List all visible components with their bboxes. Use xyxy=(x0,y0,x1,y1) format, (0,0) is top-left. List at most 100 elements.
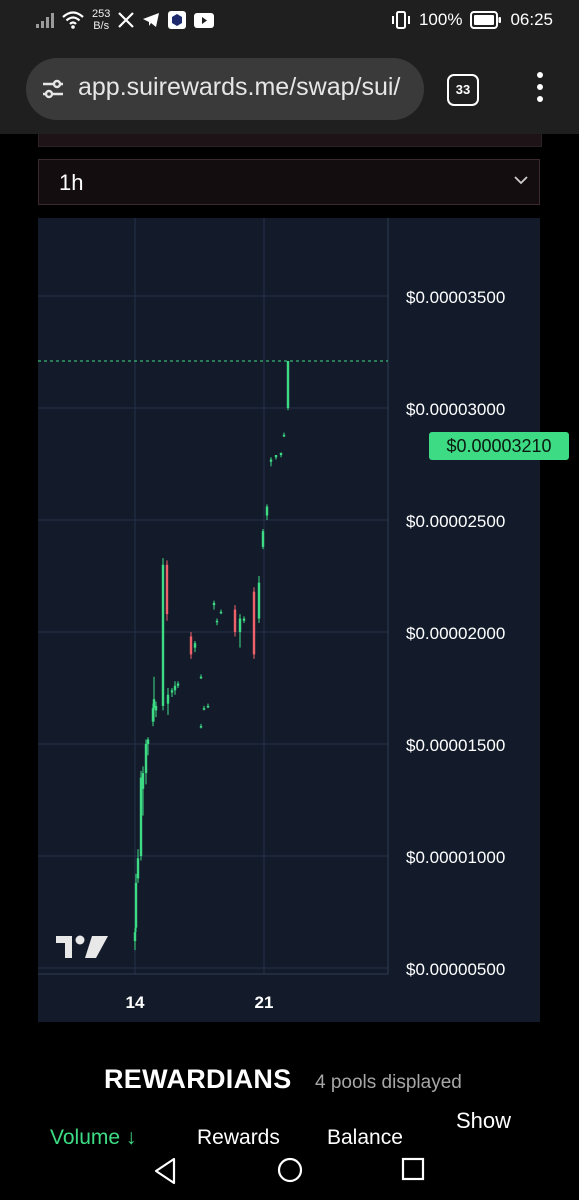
candle xyxy=(242,616,246,624)
candle-body xyxy=(274,455,278,458)
candle-body xyxy=(261,531,265,547)
candle xyxy=(189,632,193,659)
candle-body xyxy=(146,739,150,744)
url-text[interactable]: app.suirewards.me/swap/sui/ xyxy=(78,73,418,102)
clock: 06:25 xyxy=(510,10,553,29)
candle-body xyxy=(141,773,145,789)
signal-icon xyxy=(36,13,54,28)
candle xyxy=(166,688,170,715)
candle xyxy=(173,681,177,695)
time-axis: 14 21 xyxy=(126,993,274,1012)
candle-body xyxy=(193,643,197,648)
candle xyxy=(193,640,197,653)
candle-body xyxy=(176,683,180,686)
candle xyxy=(286,360,290,411)
candle xyxy=(161,558,165,711)
y-tick-label: $0.00002000 xyxy=(406,624,505,643)
show-button[interactable]: Show xyxy=(456,1108,511,1134)
candle-body xyxy=(257,582,261,619)
candle xyxy=(261,528,265,550)
candle-body xyxy=(139,777,143,856)
candle-body xyxy=(170,690,174,693)
timeframe-value: 1h xyxy=(59,170,84,195)
battery-icon xyxy=(470,11,502,29)
status-bar: 253 B/s 100% 06:25 xyxy=(0,0,579,44)
site-settings-icon[interactable] xyxy=(40,76,66,102)
candle xyxy=(206,703,210,709)
y-tick-label: $0.00001500 xyxy=(406,736,505,755)
tradingview-logo-icon xyxy=(56,935,108,958)
candle xyxy=(202,705,206,711)
candle-body xyxy=(269,459,273,462)
current-price-tag: $0.00003210 xyxy=(429,432,569,460)
crypto-app-icon xyxy=(168,11,187,29)
price-chart[interactable]: $0.00003500 $0.00003000 $0.00002500 $0.0000… xyxy=(38,218,569,1022)
candle-body xyxy=(282,434,286,437)
y-tick-label: $0.00003500 xyxy=(406,288,505,307)
candle-body xyxy=(252,591,256,655)
candle xyxy=(136,849,140,883)
candle-body xyxy=(136,858,140,879)
network-speed-unit: B/s xyxy=(93,20,110,32)
y-tick-label: $0.00002500 xyxy=(406,512,505,531)
vibrate-icon xyxy=(391,11,410,29)
address-bar[interactable]: app.suirewards.me/swap/sui/ xyxy=(26,58,424,120)
network-speed-value: 253 xyxy=(92,8,111,20)
candle xyxy=(215,618,219,626)
y-tick-label: $0.00000500 xyxy=(406,960,505,979)
candle xyxy=(233,605,237,637)
candle-body xyxy=(286,360,290,408)
youtube-icon xyxy=(194,12,215,28)
tab-volume[interactable]: Volume ↓ xyxy=(50,1126,136,1146)
candle-body xyxy=(189,636,193,655)
status-right: 100% 06:25 xyxy=(391,10,553,30)
pools-title: REWARDIANS xyxy=(104,1064,292,1094)
x-tick-label: 14 xyxy=(126,993,145,1012)
candle-body xyxy=(199,676,203,679)
price-axis: $0.00003500 $0.00003000 $0.00002500 $0.0000… xyxy=(406,288,505,979)
candle xyxy=(144,739,148,785)
system-nav-bar xyxy=(0,1146,579,1200)
candle-body xyxy=(173,685,177,691)
candle xyxy=(165,560,169,621)
candles xyxy=(133,360,290,951)
candle-body xyxy=(144,744,148,774)
candle xyxy=(282,432,286,438)
timeframe-select[interactable]: 1h xyxy=(38,159,540,205)
x-app-icon xyxy=(118,12,135,28)
chart-svg[interactable]: $0.00003500 $0.00003000 $0.00002500 $0.0000… xyxy=(38,218,540,1022)
browser-toolbar: app.suirewards.me/swap/sui/ 33 xyxy=(0,44,579,134)
candle-body xyxy=(219,611,223,614)
candle-body xyxy=(166,694,170,704)
x-tick-label: 21 xyxy=(255,993,274,1012)
tab-rewards[interactable]: Rewards xyxy=(197,1126,280,1146)
recents-icon[interactable] xyxy=(400,1156,426,1182)
candle xyxy=(257,576,261,624)
candle xyxy=(269,457,273,467)
pools-count: 4 pools displayed xyxy=(315,1072,462,1093)
status-left: 253 B/s xyxy=(36,8,215,32)
home-icon[interactable] xyxy=(276,1156,304,1184)
candle-body xyxy=(215,620,219,623)
candle-body xyxy=(212,602,216,606)
candle xyxy=(199,674,203,680)
candle xyxy=(279,452,283,458)
tab-switcher-button[interactable]: 33 xyxy=(447,74,479,106)
network-speed: 253 B/s xyxy=(92,8,110,32)
telegram-icon xyxy=(143,13,160,27)
candle xyxy=(265,504,269,520)
candle xyxy=(199,723,203,729)
page-content: 1h $0.00003500 $0.00003000 $0.00002500 $0.0… xyxy=(0,134,579,1146)
chart-grid xyxy=(38,218,389,975)
tab-balance[interactable]: Balance xyxy=(327,1126,403,1146)
browser-menu-icon[interactable] xyxy=(535,72,545,106)
candle-body xyxy=(199,726,203,728)
y-tick-label: $0.00003000 xyxy=(406,400,505,419)
candle-body xyxy=(206,705,210,708)
candle-body xyxy=(202,708,206,710)
back-icon[interactable] xyxy=(152,1156,178,1186)
candle-body xyxy=(154,705,158,711)
candle xyxy=(219,609,223,615)
candle xyxy=(212,600,216,610)
candle-body xyxy=(238,618,242,632)
